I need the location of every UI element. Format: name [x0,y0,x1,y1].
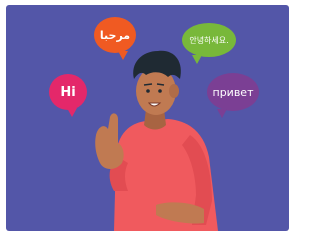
speech-bubble-russian: привет [207,73,259,118]
speech-bubble-english: Hi [49,74,87,117]
illustration-card: مرحبا 안녕하세요. Hi привет [6,5,289,231]
greeting-russian: привет [212,85,254,99]
greeting-korean: 안녕하세요. [189,35,229,45]
ear [169,84,179,98]
greeting-english: Hi [60,84,76,100]
speech-bubble-arabic: مرحبا [94,17,136,60]
greeting-arabic: مرحبا [99,28,131,42]
eye-left [146,89,150,93]
speech-bubble-korean: 안녕하세요. [182,23,236,64]
eye-right [158,89,162,93]
person-illustration [95,50,218,231]
